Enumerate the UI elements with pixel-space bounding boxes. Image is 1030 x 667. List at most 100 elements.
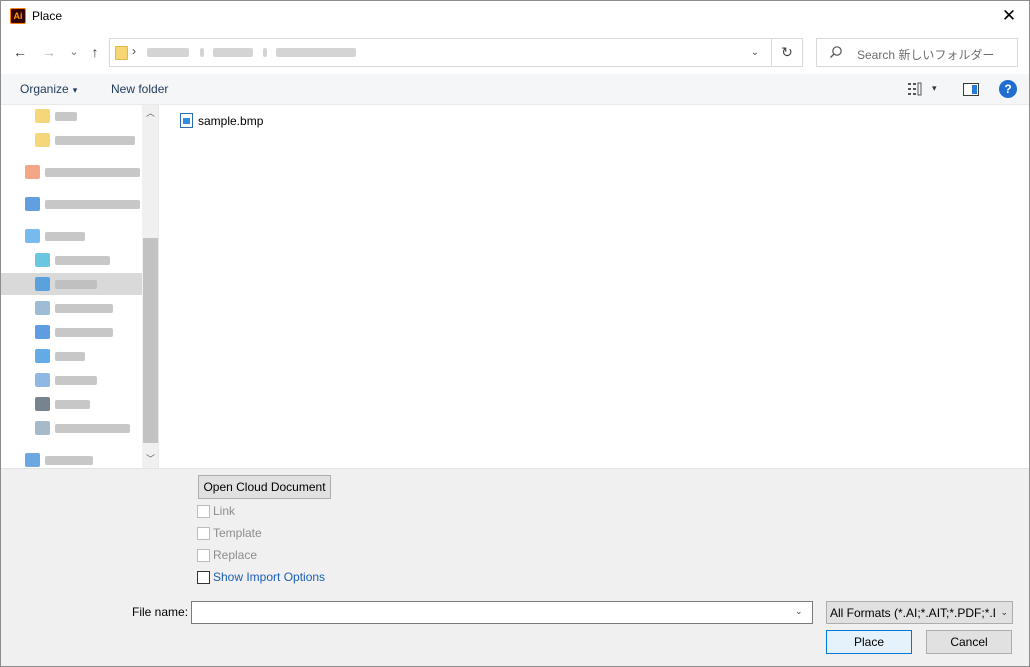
this-pc-icon <box>25 229 40 243</box>
scroll-down-icon[interactable]: ﹀ <box>142 451 158 468</box>
file-format-value: All Formats (*.AI;*.AIT;*.PDF;*.D <box>830 606 995 620</box>
sidebar-item[interactable] <box>1 161 142 183</box>
search-placeholder: Search 新しいフォルダー <box>857 48 995 62</box>
address-bar[interactable]: › ⌄ ↻ <box>109 38 803 67</box>
file-name-label: File name: <box>132 605 189 619</box>
sidebar-item-label <box>55 304 113 313</box>
title-bar: Ai Place ✕ <box>1 1 1029 32</box>
sidebar-item-label <box>55 400 90 409</box>
caret-down-icon: ▾ <box>72 85 78 95</box>
sidebar-item[interactable] <box>1 105 142 127</box>
sidebar-item[interactable] <box>1 369 142 391</box>
up-button[interactable]: ↑ <box>86 42 104 62</box>
refresh-icon: ↻ <box>781 44 793 60</box>
sidebar-item[interactable] <box>1 129 142 151</box>
chevron-down-icon: ⌄ <box>69 46 79 58</box>
replace-checkbox[interactable] <box>197 549 210 562</box>
sidebar-item-label <box>55 376 97 385</box>
template-checkbox[interactable] <box>197 527 210 540</box>
command-bar: Organize ▾ New folder ▾ ? <box>1 74 1029 105</box>
sidebar-item-label <box>55 112 77 121</box>
sidebar-item-label <box>45 456 93 465</box>
organize-menu[interactable]: Organize ▾ <box>20 82 77 96</box>
cancel-button[interactable]: Cancel <box>926 630 1012 654</box>
sidebar-item[interactable] <box>1 225 142 247</box>
chevron-down-icon: ⌄ <box>750 47 760 58</box>
file-name-input[interactable] <box>191 601 813 624</box>
show-import-options-label[interactable]: Show Import Options <box>213 570 325 584</box>
creative-cloud-files-icon <box>25 165 40 179</box>
folder-icon <box>35 109 50 123</box>
sidebar-item[interactable] <box>1 345 142 367</box>
videos-icon <box>35 397 50 411</box>
file-name: sample.bmp <box>198 114 264 128</box>
network-icon <box>25 453 40 467</box>
organize-label: Organize <box>20 82 69 96</box>
new-folder-button[interactable]: New folder <box>111 82 168 96</box>
sidebar-item[interactable] <box>1 249 142 271</box>
downloads-icon <box>35 325 50 339</box>
back-arrow-icon: ← <box>13 44 27 60</box>
view-options-icon[interactable] <box>908 82 924 96</box>
navigation-bar: ← → ⌄ ↑ › ⌄ ↻ Search 新しいフォルダー <box>1 32 1029 72</box>
navigation-pane-scrollbar[interactable]: ︿ ﹀ <box>142 105 158 468</box>
sidebar-item[interactable] <box>1 193 142 215</box>
folder-icon <box>35 133 50 147</box>
onedrive-icon <box>25 197 40 211</box>
bitmap-file-icon <box>180 113 193 128</box>
forward-arrow-icon: → <box>42 44 56 60</box>
file-name-dropdown-icon[interactable]: ⌄ <box>795 606 803 617</box>
sidebar-item-label <box>55 424 130 433</box>
breadcrumb-separator: › <box>132 44 136 58</box>
illustrator-app-icon: Ai <box>10 8 26 24</box>
search-box[interactable]: Search 新しいフォルダー <box>816 38 1018 67</box>
sidebar-item-label <box>55 280 97 289</box>
place-dialog: Ai Place ✕ ← → ⌄ ↑ › ⌄ ↻ Search 新しいフォルダー… <box>0 0 1030 667</box>
close-icon: ✕ <box>1001 6 1017 25</box>
back-button[interactable]: ← <box>11 42 29 62</box>
view-options-caret-icon[interactable]: ▾ <box>932 83 937 94</box>
options-panel: Open Cloud Document Link Template Replac… <box>1 468 1029 666</box>
pictures-icon <box>35 373 50 387</box>
open-cloud-document-button[interactable]: Open Cloud Document <box>198 475 331 499</box>
help-icon[interactable]: ? <box>999 80 1017 98</box>
recent-locations-button[interactable]: ⌄ <box>65 42 83 62</box>
sidebar-item-label <box>55 256 110 265</box>
3d-objects-icon <box>35 253 50 267</box>
breadcrumb-segment[interactable] <box>276 48 356 57</box>
file-format-select[interactable]: All Formats (*.AI;*.AIT;*.PDF;*.D ⌄ <box>826 601 1013 624</box>
sidebar-item[interactable] <box>1 417 142 439</box>
address-dropdown-button[interactable]: ⌄ <box>744 43 766 63</box>
chevron-down-icon: ⌄ <box>1000 607 1008 617</box>
sidebar-item-label <box>45 232 85 241</box>
window-title: Place <box>32 9 63 23</box>
desktop-icon <box>35 277 50 291</box>
sidebar-item[interactable] <box>1 321 142 343</box>
sidebar-item-label <box>55 328 113 337</box>
preview-pane-icon[interactable] <box>963 83 979 96</box>
search-icon <box>830 46 842 58</box>
local-disk-icon <box>35 421 50 435</box>
sidebar-item[interactable] <box>1 273 142 295</box>
show-import-options-checkbox[interactable] <box>197 571 210 584</box>
sidebar-item[interactable] <box>1 449 142 468</box>
documents-icon <box>35 301 50 315</box>
breadcrumb-segment[interactable] <box>213 48 253 57</box>
breadcrumb-segment[interactable] <box>147 48 189 57</box>
scrollbar-thumb[interactable] <box>143 238 158 443</box>
sidebar-item[interactable] <box>1 393 142 415</box>
scroll-up-icon[interactable]: ︿ <box>142 105 158 122</box>
link-checkbox[interactable] <box>197 505 210 518</box>
forward-button[interactable]: → <box>40 42 58 62</box>
file-list: sample.bmp <box>160 105 1029 468</box>
breadcrumb-separator <box>263 48 267 57</box>
sidebar-item[interactable] <box>1 297 142 319</box>
close-button[interactable]: ✕ <box>989 1 1029 32</box>
replace-label: Replace <box>213 548 258 562</box>
template-label: Template <box>213 526 262 540</box>
music-icon <box>35 349 50 363</box>
refresh-button[interactable]: ↻ <box>771 39 802 66</box>
sidebar-item-label <box>55 136 135 145</box>
breadcrumb-separator <box>200 48 204 57</box>
place-button[interactable]: Place <box>826 630 912 654</box>
